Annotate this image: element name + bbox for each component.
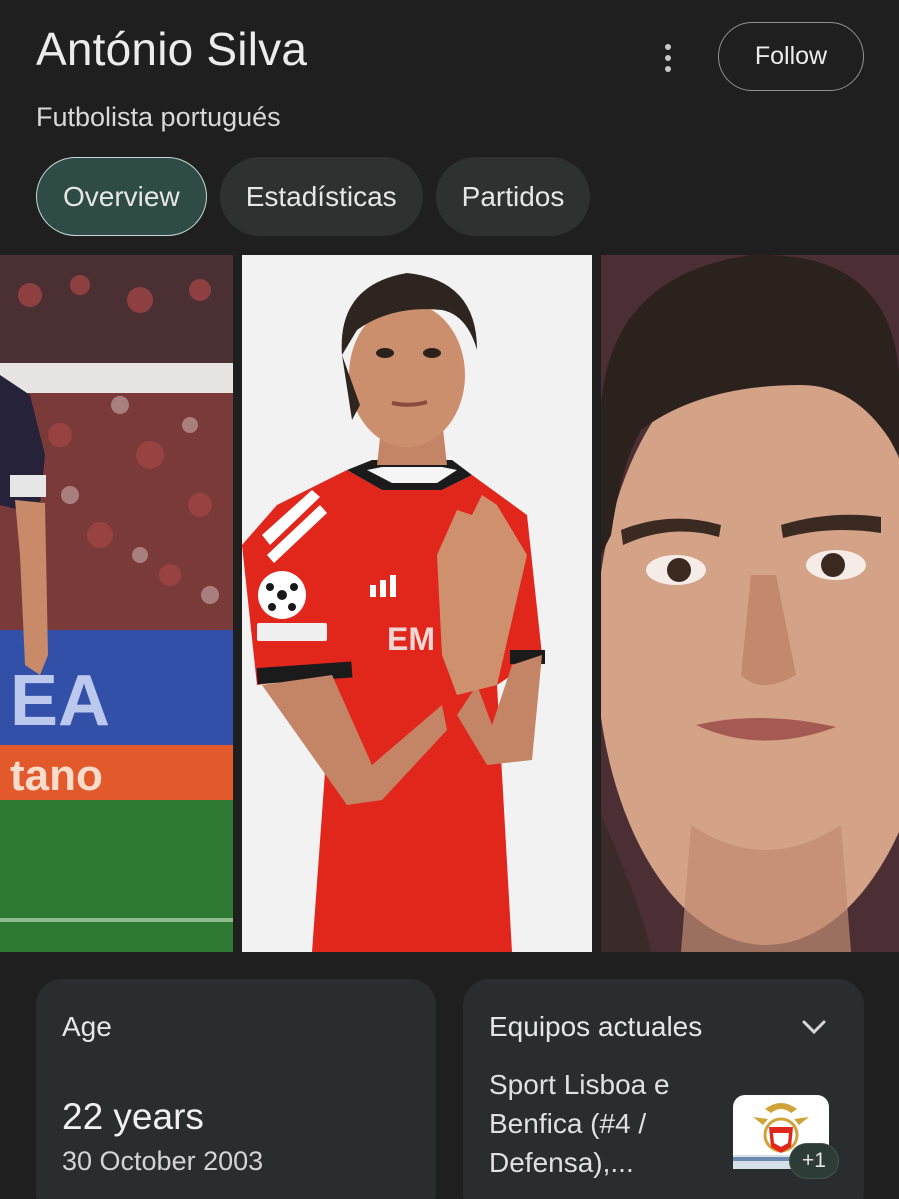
follow-button[interactable]: Follow bbox=[718, 22, 864, 91]
age-label: Age bbox=[62, 1011, 112, 1042]
chevron-down-icon[interactable] bbox=[800, 1013, 828, 1041]
age-card[interactable]: Age 22 years 30 October 2003 bbox=[36, 979, 436, 1199]
svg-text:tano: tano bbox=[10, 751, 103, 800]
knowledge-panel-header: António Silva Futbolista portugués Follo… bbox=[0, 0, 899, 255]
age-value: 22 years bbox=[62, 1096, 204, 1137]
tab-overview[interactable]: Overview bbox=[36, 157, 207, 236]
team-name[interactable]: Sport Lisboa e Benfica (#4 / Defensa),..… bbox=[489, 1065, 709, 1182]
current-teams-card[interactable]: Equipos actuales Sport Lisboa e Benfica … bbox=[463, 979, 864, 1199]
tab-estadisticas[interactable]: Estadísticas bbox=[219, 157, 423, 236]
more-teams-badge[interactable]: +1 bbox=[789, 1143, 839, 1179]
more-vert-icon[interactable] bbox=[648, 38, 688, 78]
player-red-kit-studio-photo[interactable]: EM bbox=[242, 255, 592, 952]
svg-text:EA: EA bbox=[10, 661, 110, 741]
page-subtitle: Futbolista portugués bbox=[36, 102, 281, 132]
page-title: António Silva bbox=[36, 23, 308, 75]
player-face-closeup-photo[interactable] bbox=[601, 255, 899, 952]
player-on-pitch-photo[interactable]: EA tano bbox=[0, 255, 233, 952]
tab-bar: Overview Estadísticas Partidos bbox=[36, 157, 591, 237]
birth-date: 30 October 2003 bbox=[62, 1146, 264, 1176]
svg-text:EM: EM bbox=[387, 621, 435, 657]
tab-partidos[interactable]: Partidos bbox=[435, 157, 591, 236]
image-gallery: EA tano EM bbox=[0, 255, 899, 952]
teams-label: Equipos actuales bbox=[489, 1011, 703, 1042]
